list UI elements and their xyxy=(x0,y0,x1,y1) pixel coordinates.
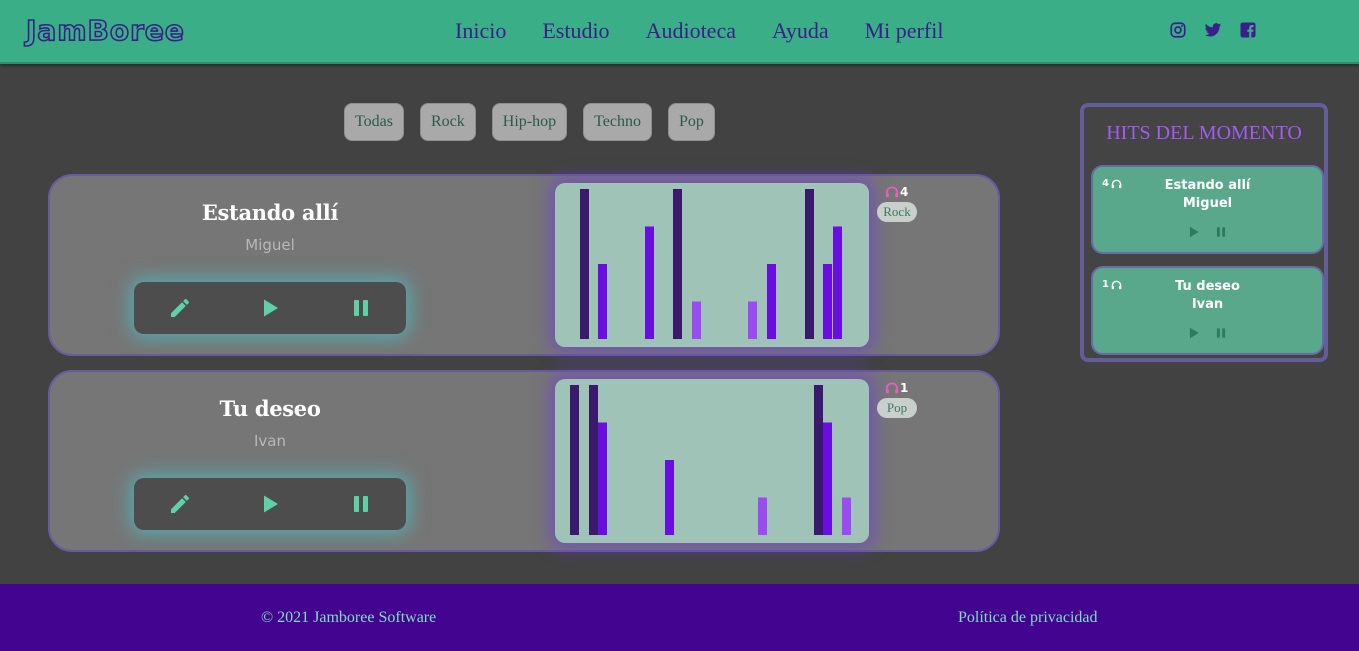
listen-count-value: 4 xyxy=(900,185,909,199)
headphones-icon xyxy=(885,382,899,394)
play-icon[interactable] xyxy=(1187,326,1201,340)
hits-title: HITS DEL MOMENTO xyxy=(1106,122,1302,144)
visualizer-bar xyxy=(589,385,598,535)
player-controls xyxy=(134,478,406,530)
filter-hip-hop[interactable]: Hip-hop xyxy=(491,103,568,141)
social-links xyxy=(1169,21,1257,39)
top-navbar: JamBoree Inicio Estudio Audioteca Ayuda … xyxy=(0,0,1359,64)
visualizer-bar xyxy=(758,497,767,535)
player-controls xyxy=(134,282,406,334)
nav-ayuda[interactable]: Ayuda xyxy=(772,18,829,44)
genre-badge: Rock xyxy=(877,202,917,222)
edit-pencil-icon[interactable] xyxy=(168,492,192,516)
copyright-text: © 2021 Jamboree Software xyxy=(261,609,437,626)
play-icon[interactable] xyxy=(258,296,282,320)
facebook-icon[interactable] xyxy=(1239,21,1257,39)
visualizer-bar xyxy=(570,385,579,535)
pause-icon[interactable] xyxy=(349,492,373,516)
brand-logo[interactable]: JamBoree xyxy=(25,13,185,48)
main-nav: Inicio Estudio Audioteca Ayuda Mi perfil xyxy=(455,18,979,44)
visualizer-bar xyxy=(580,189,589,339)
audio-visualizer xyxy=(555,379,869,543)
filter-pop[interactable]: Pop xyxy=(667,103,715,141)
nav-audioteca[interactable]: Audioteca xyxy=(646,18,736,44)
visualizer-bar xyxy=(805,189,814,339)
audio-visualizer xyxy=(555,183,869,347)
genre-badge: Pop xyxy=(877,398,917,418)
visualizer-bar xyxy=(814,385,823,535)
filter-rock[interactable]: Rock xyxy=(419,103,476,141)
instagram-icon[interactable] xyxy=(1169,21,1187,39)
nav-mi-perfil[interactable]: Mi perfil xyxy=(865,18,944,44)
listen-count: 4 xyxy=(885,185,908,199)
listen-count: 1 xyxy=(885,381,908,395)
hit-artist: Miguel xyxy=(1182,196,1233,211)
footer: © 2021 Jamboree Software Política de pri… xyxy=(0,584,1359,651)
edit-pencil-icon[interactable] xyxy=(168,296,192,320)
nav-inicio[interactable]: Inicio xyxy=(455,18,506,44)
song-title: Estando allí xyxy=(201,200,339,225)
visualizer-bar xyxy=(833,226,842,339)
play-icon[interactable] xyxy=(1187,225,1201,239)
visualizer-bar xyxy=(692,301,701,339)
visualizer-bar xyxy=(823,422,832,535)
song-card: Estando allí Miguel 4 Rock xyxy=(48,174,1000,356)
song-title: Tu deseo xyxy=(219,396,321,421)
visualizer-bar xyxy=(823,264,832,339)
hits-panel: HITS DEL MOMENTO 4 Estando allí Miguel 1 xyxy=(1080,103,1328,362)
play-icon[interactable] xyxy=(258,492,282,516)
pause-icon[interactable] xyxy=(1214,225,1228,239)
visualizer-bar xyxy=(748,301,757,339)
visualizer-bar xyxy=(842,497,851,535)
pause-icon[interactable] xyxy=(1214,326,1228,340)
headphones-icon xyxy=(885,186,899,198)
visualizer-bar xyxy=(665,460,674,535)
genre-filters: Todas Rock Hip-hop Techno Pop xyxy=(344,103,731,141)
twitter-icon[interactable] xyxy=(1204,21,1222,39)
visualizer-bar xyxy=(598,422,607,535)
nav-estudio[interactable]: Estudio xyxy=(542,18,609,44)
song-artist: Ivan xyxy=(254,432,286,450)
hit-title: Estando allí xyxy=(1164,178,1251,193)
privacy-policy-link[interactable]: Política de privacidad xyxy=(958,609,1098,627)
filter-todas[interactable]: Todas xyxy=(344,103,404,141)
visualizer-bar xyxy=(598,264,607,339)
visualizer-bar xyxy=(673,189,682,339)
hit-artist: Ivan xyxy=(1191,297,1224,312)
visualizer-bar xyxy=(645,226,654,339)
song-artist: Miguel xyxy=(245,236,295,254)
visualizer-bar xyxy=(767,264,776,339)
filter-techno[interactable]: Techno xyxy=(583,103,652,141)
hit-title: Tu deseo xyxy=(1175,279,1240,294)
song-card: Tu deseo Ivan 1 Pop xyxy=(48,370,1000,552)
hit-item: 4 Estando allí Miguel xyxy=(1091,165,1324,254)
listen-count-value: 1 xyxy=(900,381,909,395)
hit-item: 1 Tu deseo Ivan xyxy=(1091,266,1324,355)
pause-icon[interactable] xyxy=(349,296,373,320)
